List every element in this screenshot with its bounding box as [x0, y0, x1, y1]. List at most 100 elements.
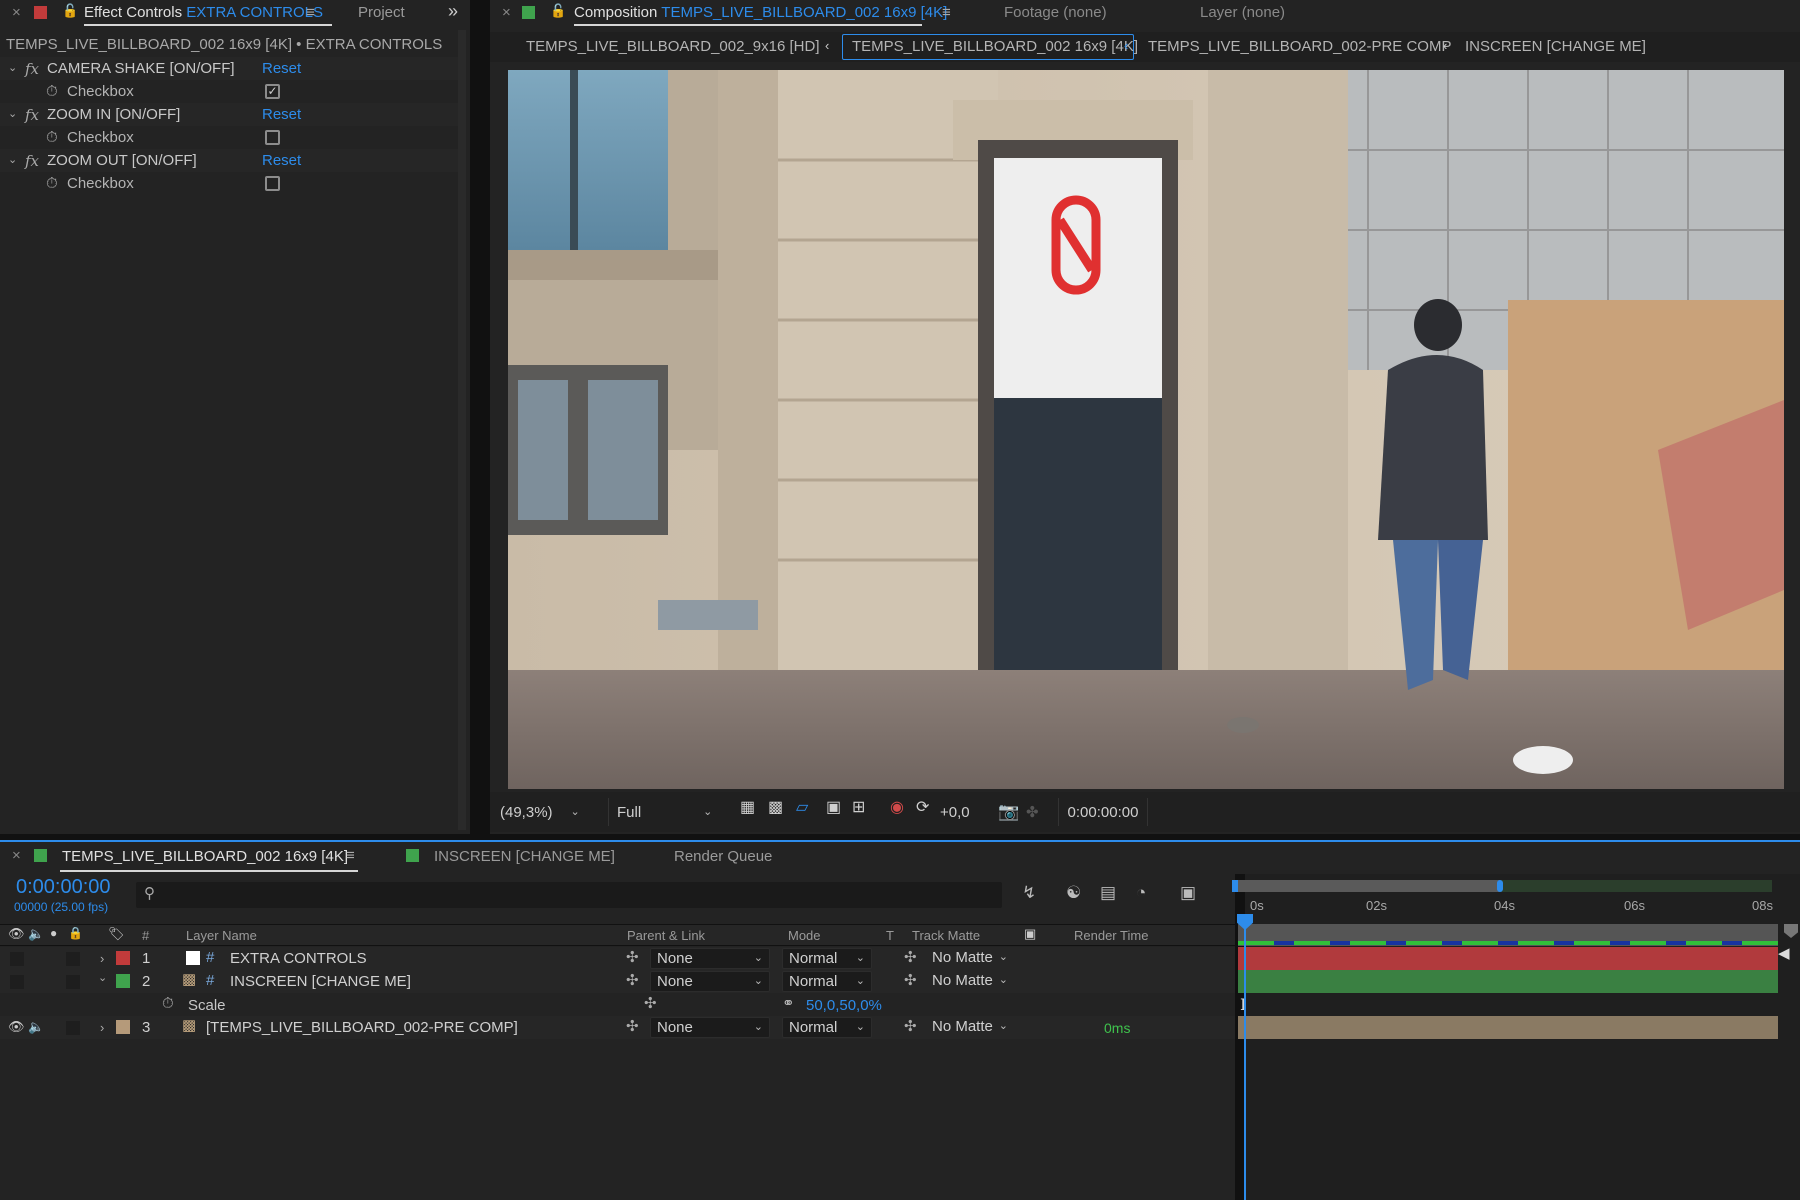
layer-label-swatch[interactable] — [116, 974, 130, 988]
layer-label-swatch[interactable] — [116, 1020, 130, 1034]
visibility-toggle[interactable] — [10, 975, 24, 989]
zoom-dropdown[interactable]: (49,3%) ⌄ — [494, 798, 590, 826]
composition-frame[interactable] — [508, 70, 1784, 789]
motion-blur-icon[interactable]: ◔ — [1136, 884, 1146, 901]
time-ruler[interactable]: 0s 02s 04s 06s 08s — [1238, 896, 1780, 918]
mode-dropdown[interactable]: Normal ⌄ — [782, 971, 872, 992]
visibility-toggle[interactable] — [10, 952, 24, 966]
checkbox[interactable] — [265, 176, 280, 191]
scale-value[interactable]: 50,0,50,0% — [806, 997, 882, 1014]
eye-icon[interactable]: 👁 — [8, 927, 25, 940]
search-input[interactable]: ⚲ — [136, 882, 1002, 908]
property-row-scale[interactable]: ⏱ Scale ✣ ⚭ 50,0,50,0% — [0, 993, 1235, 1016]
panel-menu-icon[interactable]: ≡ — [346, 848, 355, 863]
lock-toggle[interactable] — [66, 1021, 80, 1035]
close-icon[interactable]: × — [502, 5, 511, 20]
timecode-display[interactable]: 0:00:00:00 — [1058, 798, 1148, 826]
work-area-end-handle[interactable] — [1497, 880, 1503, 892]
lock-toggle[interactable] — [66, 952, 80, 966]
lock-icon[interactable]: 🔓 — [550, 4, 566, 17]
matte-pickwhip-icon[interactable]: ✣ — [904, 950, 917, 965]
breadcrumb-item[interactable]: INSCREEN [CHANGE ME] — [1465, 38, 1646, 55]
chevron-right-icon[interactable]: › — [100, 1021, 104, 1034]
close-icon[interactable]: × — [12, 5, 21, 20]
transparency-grid-icon[interactable]: ▩ — [768, 800, 783, 816]
region-of-interest-icon[interactable]: ▦ — [740, 800, 755, 816]
pickwhip-icon[interactable]: ✣ — [626, 950, 639, 965]
parent-dropdown[interactable]: None ⌄ — [650, 1017, 770, 1038]
layer-bar[interactable] — [1238, 970, 1778, 993]
overflow-icon[interactable]: » — [448, 2, 458, 20]
fx-icon[interactable]: fx — [25, 106, 39, 124]
mode-dropdown[interactable]: Normal ⌄ — [782, 1017, 872, 1038]
pickwhip-icon[interactable]: ✣ — [626, 973, 639, 988]
checkbox-checked[interactable]: ✓ — [265, 84, 280, 99]
project-tab[interactable]: Project — [358, 4, 405, 21]
work-area-start-handle[interactable] — [1232, 880, 1238, 892]
layer-name[interactable]: EXTRA CONTROLS — [230, 950, 367, 967]
effect-camera-shake[interactable]: ⌄ fx CAMERA SHAKE [ON/OFF] Reset — [0, 57, 462, 80]
render-queue-tab[interactable]: Render Queue — [674, 848, 772, 865]
timeline-tab[interactable]: INSCREEN [CHANGE ME] — [434, 848, 615, 865]
layer-tab[interactable]: Layer (none) — [1200, 4, 1285, 21]
layer-label-swatch[interactable] — [116, 951, 130, 965]
reset-link[interactable]: Reset — [262, 106, 301, 123]
stopwatch-icon[interactable]: ⏱ — [46, 84, 58, 99]
panel-menu-icon[interactable]: ≡ — [942, 5, 951, 20]
frame-blending-icon[interactable]: ▤ — [1100, 884, 1116, 901]
track-matte-dropdown[interactable]: No Matte ⌄ — [926, 971, 1014, 992]
effect-zoom-in[interactable]: ⌄ fx ZOOM IN [ON/OFF] Reset — [0, 103, 462, 126]
matte-pickwhip-icon[interactable]: ✣ — [904, 1019, 917, 1034]
work-area-range[interactable] — [1238, 880, 1500, 892]
layer-name[interactable]: [TEMPS_LIVE_BILLBOARD_002-PRE COMP] — [206, 1019, 518, 1036]
fx-icon[interactable]: fx — [25, 60, 39, 78]
playhead-line[interactable] — [1244, 924, 1246, 1200]
resolution-dropdown[interactable]: Full ⌄ — [608, 798, 726, 826]
lock-icon[interactable]: 🔓 — [62, 4, 78, 17]
parent-dropdown[interactable]: None ⌄ — [650, 971, 770, 992]
audio-icon[interactable]: 🔈 — [28, 927, 44, 940]
layer-row[interactable]: ⌄ 2 ▩ # INSCREEN [CHANGE ME] ✣ None ⌄ Nor… — [0, 970, 1235, 993]
chevron-down-icon[interactable]: ⌄ — [8, 155, 17, 166]
work-area-bar[interactable] — [1232, 880, 1772, 892]
eye-icon[interactable]: 👁 — [8, 1020, 25, 1033]
panel-divider[interactable] — [470, 0, 490, 834]
checkbox[interactable] — [265, 130, 280, 145]
chevron-right-icon[interactable]: › — [100, 952, 104, 965]
lock-icon[interactable]: 🔒 — [68, 927, 83, 939]
show-snapshot-icon[interactable]: ✤ — [1026, 798, 1039, 826]
pickwhip-icon[interactable]: ✣ — [626, 1019, 639, 1034]
stopwatch-icon[interactable]: ⏱ — [46, 176, 58, 191]
reset-exposure-icon[interactable]: ⟳ — [916, 800, 929, 816]
constrain-proportions-icon[interactable]: ⚭ — [782, 996, 795, 1011]
layer-name[interactable]: INSCREEN [CHANGE ME] — [230, 973, 411, 990]
scrollbar[interactable] — [458, 30, 466, 830]
effect-controls-tab[interactable]: Effect Controls EXTRA CONTROLS — [84, 4, 323, 21]
pickwhip-icon[interactable]: ✣ — [644, 996, 657, 1011]
audio-icon[interactable]: 🔈 — [28, 1020, 44, 1033]
channels-icon[interactable]: ◉ — [890, 800, 904, 816]
fx-icon[interactable]: fx — [25, 152, 39, 170]
current-time[interactable]: 0:00:00:00 — [16, 876, 111, 899]
layer-bar[interactable] — [1238, 947, 1778, 970]
graph-editor-icon[interactable]: ▣ — [1180, 884, 1196, 901]
close-icon[interactable]: × — [12, 848, 21, 863]
reset-link[interactable]: Reset — [262, 60, 301, 77]
breadcrumb-item[interactable]: TEMPS_LIVE_BILLBOARD_002-PRE COMP — [1148, 38, 1451, 55]
snapshot-camera-icon[interactable]: 📷 — [998, 798, 1019, 826]
safe-zones-icon[interactable]: ▣ — [826, 800, 841, 816]
layer-row[interactable]: › 1 # EXTRA CONTROLS ✣ None ⌄ Normal ⌄ ✣ N… — [0, 947, 1235, 970]
label-tag-icon[interactable]: 🏷 — [108, 927, 125, 940]
composition-tab[interactable]: Composition TEMPS_LIVE_BILLBOARD_002 16x… — [574, 4, 947, 21]
mask-path-icon[interactable]: ▱ — [796, 800, 808, 816]
reset-link[interactable]: Reset — [262, 152, 301, 169]
footage-tab[interactable]: Footage (none) — [1004, 4, 1107, 21]
panel-menu-icon[interactable]: ≡ — [306, 5, 315, 20]
timeline-tab-active[interactable]: TEMPS_LIVE_BILLBOARD_002 16x9 [4K] — [62, 848, 348, 865]
mode-dropdown[interactable]: Normal ⌄ — [782, 948, 872, 969]
chevron-down-icon[interactable]: ⌄ — [8, 63, 17, 74]
exposure-value[interactable]: +0,0 — [940, 798, 970, 826]
solo-icon[interactable]: ● — [50, 927, 57, 939]
grid-guides-icon[interactable]: ⊞ — [852, 800, 865, 816]
parent-dropdown[interactable]: None ⌄ — [650, 948, 770, 969]
